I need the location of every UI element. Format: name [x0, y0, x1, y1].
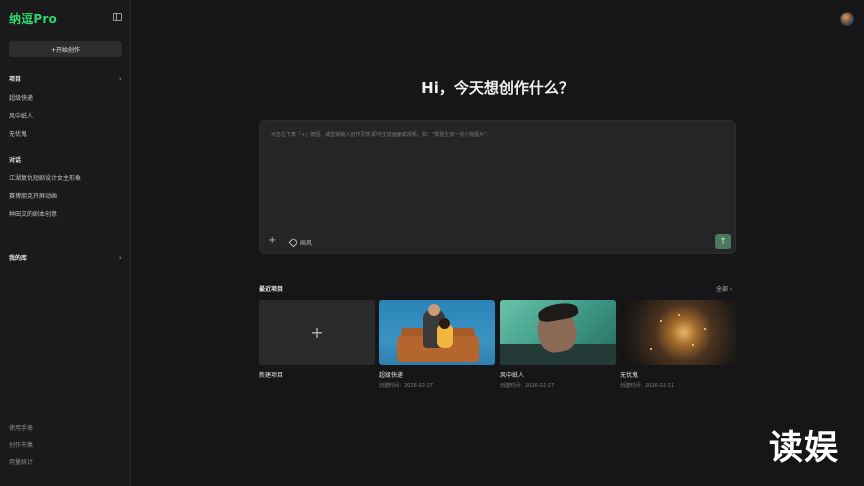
avatar[interactable] [840, 12, 854, 26]
view-all-link[interactable]: 全部 › [716, 284, 732, 293]
prompt-input-box[interactable]: 点击左下角「+」按钮，或直接输入创作灵感,即可生成画面或视频。如：“帮我生成一张… [259, 120, 736, 254]
chats-section-header: 对话 [9, 155, 122, 164]
project-card[interactable]: 超级快递 创建时间：2026-02-27 [379, 300, 495, 389]
prompt-placeholder[interactable]: 点击左下角「+」按钮，或直接输入创作灵感,即可生成画面或视频。如：“帮我生成一张… [271, 131, 492, 138]
new-project-card[interactable]: + 新建项目 [259, 300, 375, 379]
style-button[interactable]: 画风 [288, 237, 313, 248]
card-date: 创建时间：2026-02-27 [500, 383, 555, 389]
plus-icon: + [310, 323, 324, 342]
card-title: 无忧鬼 [620, 372, 639, 379]
project-thumbnail[interactable] [379, 300, 495, 365]
sidebar-footer-usage[interactable]: 用量统计 [9, 457, 33, 466]
project-card[interactable]: 风中纸人 创建时间：2026-02-27 [500, 300, 616, 389]
project-card[interactable]: 无忧鬼 创建时间：2026-02-11 [620, 300, 736, 389]
tag-icon [288, 237, 299, 248]
style-button-label: 画风 [300, 240, 313, 247]
projects-section-header[interactable]: 项目 › [9, 74, 122, 83]
app-window: 纳逗Pro +开始创作 项目 › 超级快递 风中纸人 无忧鬼 对话 江湖复仇短剧… [0, 0, 864, 486]
new-project-thumbnail[interactable]: + [259, 300, 375, 365]
main-content: Hi，今天想创作什么？ 点击左下角「+」按钮，或直接输入创作灵感,即可生成画面或… [131, 0, 864, 486]
sidebar-toggle-icon[interactable] [113, 13, 122, 21]
card-date: 创建时间：2026-02-27 [379, 383, 434, 389]
chevron-right-icon[interactable]: › [119, 74, 122, 82]
send-button[interactable]: ↑ [715, 234, 731, 249]
recent-projects-title: 最近项目 [259, 286, 284, 293]
card-title: 新建项目 [259, 372, 284, 379]
sidebar-item-project[interactable]: 风中纸人 [9, 111, 33, 120]
card-title: 超级快递 [379, 372, 404, 379]
card-date: 创建时间：2026-02-11 [620, 383, 675, 389]
sidebar-item-chat[interactable]: 赛博朋克开屏动画 [9, 191, 57, 200]
sidebar-footer-manual[interactable]: 使用手册 [9, 423, 33, 432]
plus-icon[interactable]: + [268, 236, 276, 246]
library-section-header[interactable]: 我的库 › [9, 253, 122, 262]
library-header-label: 我的库 [9, 255, 28, 262]
start-creating-button[interactable]: +开始创作 [9, 41, 122, 57]
projects-header-label: 项目 [9, 76, 22, 83]
project-thumbnail[interactable] [620, 300, 736, 365]
project-thumbnail[interactable] [500, 300, 616, 365]
arrow-up-icon: ↑ [719, 236, 727, 247]
page-title: Hi，今天想创作什么？ [421, 79, 574, 97]
sidebar-item-chat[interactable]: 江湖复仇短剧设计女主形象 [9, 173, 81, 182]
watermark: 读娱 [769, 428, 839, 468]
sidebar-item-project[interactable]: 无忧鬼 [9, 129, 27, 138]
sidebar-footer-market[interactable]: 创作市集 [9, 440, 33, 449]
sidebar-item-project[interactable]: 超级快递 [9, 93, 33, 102]
chevron-right-icon[interactable]: › [119, 253, 122, 261]
card-title: 风中纸人 [500, 372, 525, 379]
chats-header-label: 对话 [9, 157, 22, 164]
app-logo[interactable]: 纳逗Pro [9, 10, 57, 27]
sidebar: 纳逗Pro +开始创作 项目 › 超级快递 风中纸人 无忧鬼 对话 江湖复仇短剧… [0, 0, 131, 486]
sidebar-item-chat[interactable]: 种田文的剧本创意 [9, 209, 57, 218]
